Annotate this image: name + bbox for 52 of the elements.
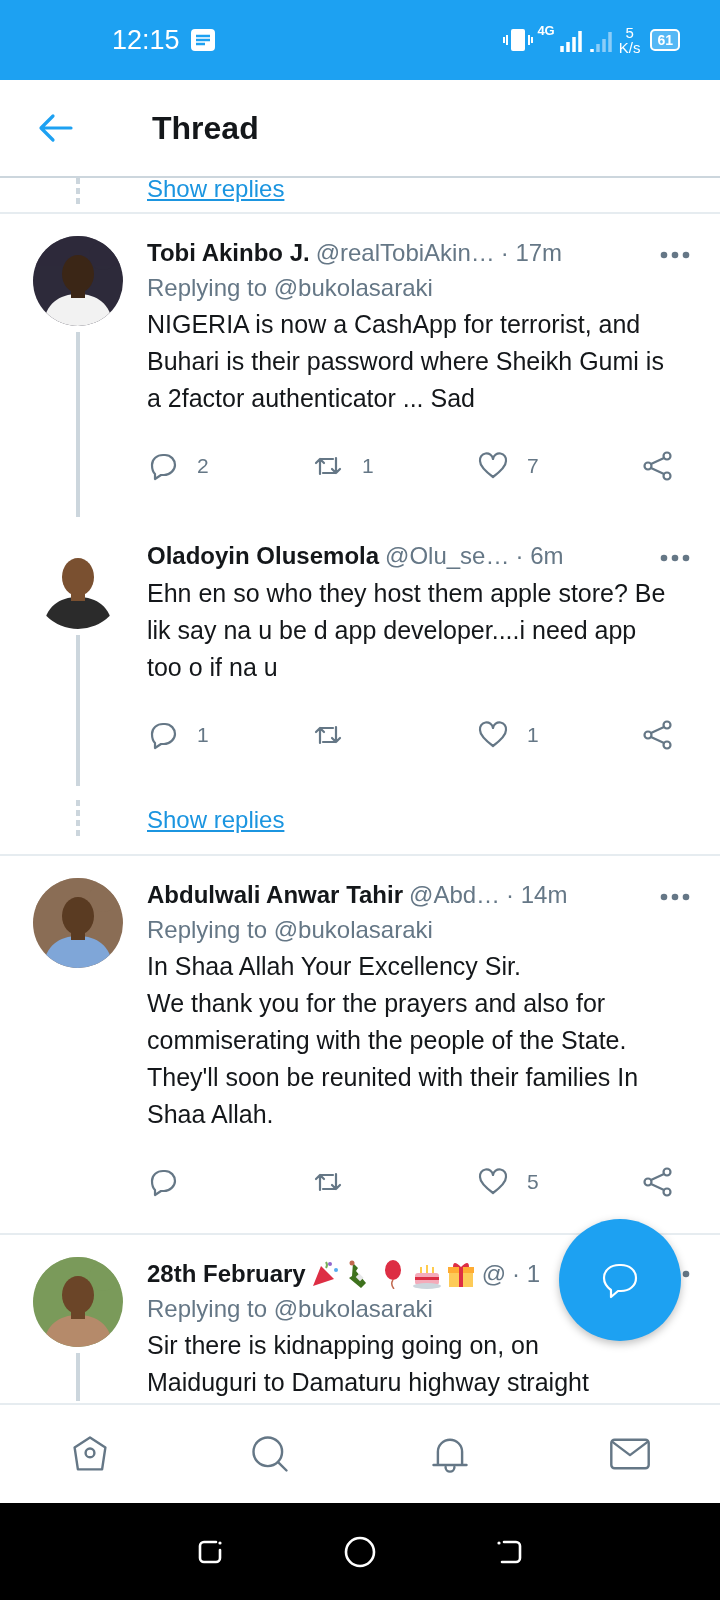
- show-replies-link[interactable]: Show replies: [147, 178, 285, 200]
- author-name: Abdulwali Anwar Tahir: [147, 880, 404, 910]
- share-icon: [642, 450, 674, 482]
- speed-unit: K/s: [618, 40, 641, 55]
- tweet-time: · 1: [512, 1259, 541, 1289]
- more-icon: [660, 892, 690, 901]
- mention-link[interactable]: @bukolasaraki: [273, 916, 433, 943]
- circle-icon: [344, 1535, 376, 1568]
- author-handle: @: [481, 1259, 507, 1289]
- author-name: Oladoyin Olusemola: [147, 541, 380, 571]
- tweet-text: In Shaa Allah Your Excellency Sir. We thank you for the prayers and also for commiserating with the people of the State. They'll soon be reunited with their families In Shaa Allah.: [147, 951, 640, 1130]
- more-icon: [660, 250, 690, 259]
- author-handle: @realTobiAkin…: [315, 238, 495, 268]
- tweet-time: · 14m: [506, 880, 568, 910]
- network-type-label: 4G: [537, 22, 555, 40]
- more-button[interactable]: [682, 1270, 690, 1278]
- tweet-time: · 17m: [500, 238, 563, 268]
- compose-reply-button[interactable]: [559, 1219, 681, 1341]
- author-handle: @Olu_se…: [385, 541, 510, 571]
- speed-value: 5: [625, 25, 634, 40]
- share-icon: [642, 1166, 674, 1198]
- like-button[interactable]: 7: [477, 450, 642, 482]
- mention-link[interactable]: @bukolasaraki: [273, 274, 433, 301]
- tweet-text: NIGERIA is now a CashApp for terrorist, and Buhari is their password where Sheikh Gumi is a 2factor authenticator ... Sad: [147, 309, 665, 414]
- reply-button[interactable]: 1: [147, 719, 312, 751]
- show-replies-link[interactable]: Show replies: [147, 802, 285, 838]
- replying-to-text: Replying to @bukolasaraki: [147, 1294, 434, 1324]
- more-icon: [682, 1270, 690, 1278]
- page-title: Thread: [152, 109, 259, 148]
- tweet-text: Sir there is kidnapping going on, on Maiduguri to Damaturu highway straight: [147, 1330, 590, 1398]
- retweet-button[interactable]: 1: [312, 450, 477, 482]
- battery-level: 61: [650, 29, 680, 51]
- share-icon: [642, 719, 674, 751]
- author-handle: @Abd…: [409, 880, 501, 910]
- android-home-button[interactable]: [344, 1535, 376, 1568]
- message-notification-icon: [189, 28, 216, 52]
- status-time: 12:15: [112, 23, 180, 57]
- signal-icon: [558, 28, 585, 52]
- tweet-text: Ehn en so who they host them apple store? Be lik say na u be d app developer....i need app too o if na u: [147, 578, 667, 683]
- back-button[interactable]: [38, 113, 74, 143]
- author-name: 28th February: [147, 1259, 306, 1289]
- replying-to-text: Replying to @bukolasaraki: [147, 273, 434, 303]
- mention-link[interactable]: @bukolasaraki: [273, 1295, 433, 1322]
- like-button[interactable]: 5: [477, 1166, 642, 1198]
- vibrate-icon: [503, 27, 534, 53]
- like-button[interactable]: 1: [477, 719, 642, 751]
- tweet-time: · 6m: [515, 541, 564, 571]
- reply-button[interactable]: 2: [147, 450, 312, 482]
- back-arrow-icon: [38, 113, 74, 143]
- author-name: Tobi Akinbo J.: [147, 238, 310, 268]
- replying-to-text: Replying to @bukolasaraki: [147, 915, 434, 945]
- more-icon: [660, 553, 690, 562]
